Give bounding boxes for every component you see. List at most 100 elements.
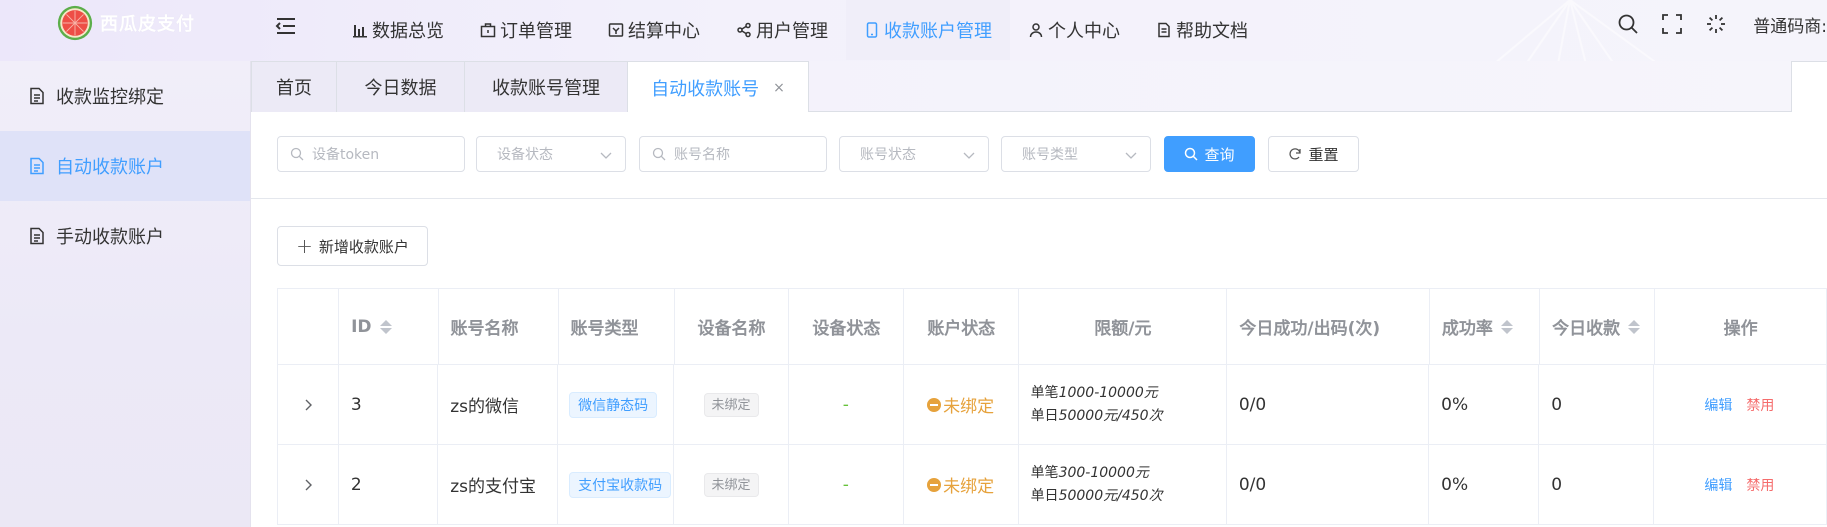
chevron-down-icon <box>600 152 612 159</box>
reset-button[interactable]: 重置 <box>1268 136 1359 172</box>
column-header-success-out: 今日成功/出码(次) <box>1227 289 1430 364</box>
filter-bar: 设备token 设备状态 账号名称 账号状态 账号类型 查询 重置 <box>251 112 1827 199</box>
sidebar: 收款监控绑定 自动收款账户 手动收款账户 <box>0 61 251 527</box>
limit-single-prefix: 单笔 <box>1030 384 1059 401</box>
cell-type: 支付宝收款码 <box>558 445 675 524</box>
limit-text: 单笔300-10000元 单日50000元/450次 <box>1031 462 1163 508</box>
cell-device-status: - <box>789 365 904 444</box>
sidebar-item-label: 收款监控绑定 <box>56 87 164 108</box>
disable-link[interactable]: 禁用 <box>1746 475 1774 495</box>
sort-icon[interactable] <box>379 319 392 334</box>
account-type-placeholder: 账号类型 <box>1022 147 1078 163</box>
column-header-id[interactable]: ID <box>339 289 439 364</box>
device-token-input[interactable]: 设备token <box>277 136 465 172</box>
refresh-icon <box>1289 148 1302 160</box>
plus-icon: + <box>296 234 313 258</box>
minus-circle-icon <box>927 477 942 492</box>
column-header-label: 操作 <box>1723 319 1758 339</box>
chevron-down-icon <box>1125 152 1137 159</box>
device-status-text: - <box>842 394 849 415</box>
column-header-device: 设备名称 <box>675 289 790 364</box>
tab-today-data[interactable]: 今日数据 <box>336 61 465 112</box>
tab-home[interactable]: 首页 <box>251 61 337 112</box>
sort-icon[interactable] <box>1628 319 1641 334</box>
expand-cell[interactable] <box>278 445 339 524</box>
nav-item-profile[interactable]: 个人中心 <box>1010 0 1138 60</box>
disable-link[interactable]: 禁用 <box>1746 395 1774 415</box>
phone-icon <box>866 22 878 38</box>
limit-daily-prefix: 单日 <box>1030 407 1059 424</box>
limit-single-value: 300-10000元 <box>1058 464 1149 481</box>
cell-success-out: 0/0 <box>1227 445 1430 524</box>
tab-scroll-right[interactable] <box>1791 61 1827 112</box>
document-icon <box>30 157 44 175</box>
cell-type: 微信静态码 <box>558 365 675 444</box>
sidebar-item-auto-accounts[interactable]: 自动收款账户 <box>0 131 250 201</box>
column-header-today[interactable]: 今日收款 <box>1540 289 1656 364</box>
add-account-label: 新增收款账户 <box>318 237 409 256</box>
edit-link[interactable]: 编辑 <box>1704 475 1732 495</box>
document-icon <box>30 227 44 245</box>
account-type-select[interactable]: 账号类型 <box>1001 136 1151 172</box>
account-type-tag: 支付宝收款码 <box>569 471 672 498</box>
device-status-select[interactable]: 设备状态 <box>476 136 626 172</box>
nav-item-label: 个人中心 <box>1048 21 1120 42</box>
tab-auto-accounts[interactable]: 自动收款账号 × <box>627 61 809 113</box>
column-header-limit: 限额/元 <box>1019 289 1228 364</box>
nav-item-users[interactable]: 用户管理 <box>718 0 846 60</box>
column-header-rate[interactable]: 成功率 <box>1430 289 1541 364</box>
sidebar-item-manual-accounts[interactable]: 手动收款账户 <box>0 201 250 271</box>
cell-success-out: 0/0 <box>1227 365 1430 444</box>
sidebar-item-label: 自动收款账户 <box>56 157 164 178</box>
chevron-right-icon[interactable] <box>301 398 315 412</box>
settlement-icon <box>608 23 624 37</box>
app-name: 西瓜皮支付 <box>100 14 195 35</box>
expand-cell[interactable] <box>278 365 339 444</box>
cell-device: 未绑定 <box>674 365 789 444</box>
accounts-table: ID 账号名称 账号类型 设备名称 设备状态 账户状态 限额/元 今日成功/出码… <box>277 288 1827 525</box>
share-icon <box>737 22 751 38</box>
limit-daily-value: 50000元/450次 <box>1058 407 1163 424</box>
account-status-badge: 未绑定 <box>927 472 994 497</box>
column-header-label: 今日收款 <box>1552 319 1621 339</box>
device-status-placeholder: 设备状态 <box>497 147 553 163</box>
cell-account-status: 未绑定 <box>904 365 1019 444</box>
tab-label: 首页 <box>276 78 312 99</box>
limit-daily-value: 50000元/450次 <box>1058 487 1163 504</box>
edit-link[interactable]: 编辑 <box>1704 395 1732 415</box>
top-header: 西瓜皮支付 数据总览 订单管理 结算中心 用户管理 收款账户管理 个人中心 帮助… <box>0 0 1827 61</box>
nav-item-help[interactable]: 帮助文档 <box>1138 0 1266 60</box>
nav-item-orders[interactable]: 订单管理 <box>462 0 590 60</box>
limit-single-prefix: 单笔 <box>1030 464 1059 481</box>
account-status-text: 未绑定 <box>943 397 995 417</box>
chevron-right-icon[interactable] <box>301 478 315 492</box>
table-row: 2 zs的支付宝 支付宝收款码 未绑定 - 未绑定 单笔300-10000元 单… <box>278 445 1827 525</box>
nav-item-label: 订单管理 <box>500 21 572 42</box>
bar-chart-icon <box>353 25 367 38</box>
account-name-input[interactable]: 账号名称 <box>639 136 827 172</box>
sort-icon[interactable] <box>1500 319 1513 334</box>
account-status-select[interactable]: 账号状态 <box>839 136 989 172</box>
loading-icon[interactable] <box>1705 13 1727 35</box>
cell-id: 2 <box>339 445 439 524</box>
cell-name: zs的微信 <box>438 365 559 444</box>
add-account-button[interactable]: + 新增收款账户 <box>277 226 428 266</box>
search-icon[interactable] <box>1617 13 1639 35</box>
user-role[interactable]: 普通码商: <box>1753 12 1827 37</box>
app-logo[interactable]: 西瓜皮支付 <box>56 4 195 42</box>
document-icon <box>1158 22 1170 38</box>
cell-name: zs的支付宝 <box>438 445 559 524</box>
tab-account-manage[interactable]: 收款账号管理 <box>464 61 628 112</box>
nav-item-accounts[interactable]: 收款账户管理 <box>846 0 1010 60</box>
menu-fold-icon[interactable] <box>274 14 298 38</box>
cell-rate: 0% <box>1429 365 1540 444</box>
query-button[interactable]: 查询 <box>1164 136 1255 172</box>
sidebar-item-monitor-bind[interactable]: 收款监控绑定 <box>0 61 250 131</box>
limit-daily-prefix: 单日 <box>1030 487 1059 504</box>
close-icon[interactable]: × <box>773 80 785 96</box>
nav-item-settlement[interactable]: 结算中心 <box>590 0 718 60</box>
nav-item-overview[interactable]: 数据总览 <box>334 0 462 60</box>
document-icon <box>30 87 44 105</box>
fullscreen-icon[interactable] <box>1661 13 1683 35</box>
account-type-tag: 微信静态码 <box>569 391 658 418</box>
